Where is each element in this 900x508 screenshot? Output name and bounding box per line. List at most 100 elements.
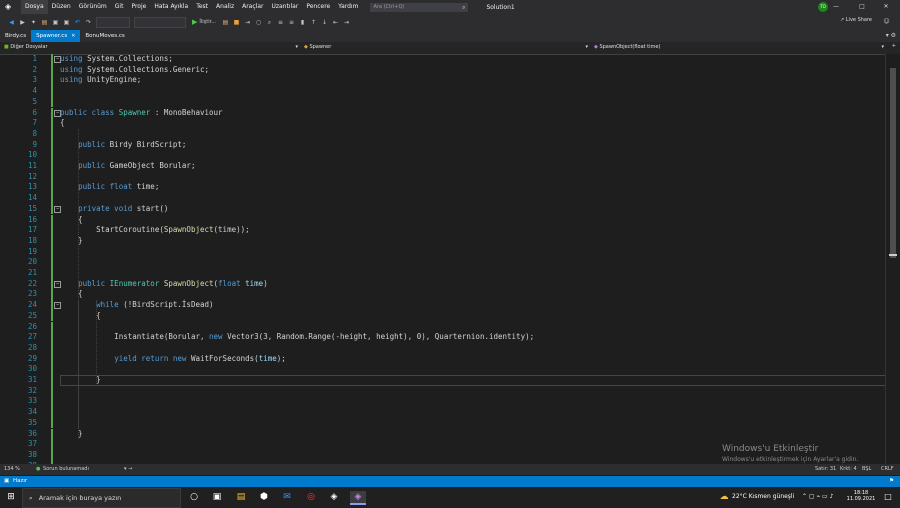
vertical-scrollbar[interactable] [885,54,900,464]
step-icon[interactable]: ⇥ [243,18,252,27]
code-line[interactable]: 24− while (!BirdScript.İsDead) [0,300,885,311]
code-line[interactable]: 32 [0,385,885,397]
platform-select[interactable] [134,16,186,28]
code-line[interactable]: 34 [0,407,885,418]
code-line[interactable]: 13 public float time; [0,182,885,194]
menu-item-uzantilar[interactable]: Uzantılar [267,0,302,14]
issues-label[interactable]: Sorun bulunamadı [43,464,89,475]
code-line[interactable]: 25 { [0,310,885,322]
code-line[interactable]: 36 } [0,428,885,440]
split-icon[interactable]: + [892,43,896,49]
code-line[interactable]: 33 [0,396,885,408]
code-line[interactable]: 27 Instantiate(Borular, new Vector3(3, R… [0,332,885,343]
opera-icon[interactable]: ◎ [305,491,317,503]
menu-item-pencere[interactable]: Pencere [302,0,334,14]
configuration-select[interactable] [96,16,130,28]
bookmark-icon[interactable]: ▮ [298,18,307,27]
code-line[interactable]: 9 public Birdy BirdScript; [0,139,885,151]
unity-icon[interactable]: ◈ [328,491,340,503]
menu-item-gorunum[interactable]: Görünüm [75,0,111,14]
notification-center-icon[interactable]: □ [882,491,894,503]
code-line[interactable]: 29 yield return new WaitForSeconds(time)… [0,353,885,365]
taskbar-search-input[interactable]: ⌕ Aramak için buraya yazın [22,488,181,508]
code-line[interactable]: 8 [0,128,885,140]
menu-item-test[interactable]: Test [192,0,212,14]
issues-nav-icon[interactable]: ▾ → [124,464,132,475]
maximize-button[interactable]: □ [850,0,874,14]
code-line[interactable]: 3 using UnityEngine; [0,75,885,87]
mail-icon[interactable]: ✉ [281,491,293,503]
code-line[interactable]: 20 [0,257,885,268]
live-share-button[interactable]: ↗ Live Share [840,17,872,23]
unity-hub-icon[interactable]: ⬢ [258,491,270,503]
tab-bonumoves[interactable]: BonuMoves.cs [80,30,129,42]
code-line[interactable]: 12 [0,171,885,183]
weather-icon[interactable]: ☁ [718,491,730,503]
code-line[interactable]: 15− private void start() [0,203,885,215]
menu-item-analiz[interactable]: Analiz [212,0,238,14]
attach-button[interactable]: ▶ İliştir... [192,18,216,26]
find-icon[interactable]: ⌕ [265,18,274,27]
visual-studio-icon[interactable]: ◈ [350,491,366,505]
tray-icons[interactable]: ⌃ ▢ ⌁ ▭ ♪ [802,487,833,507]
code-line[interactable]: 19 [0,246,885,258]
menu-item-araclar[interactable]: Araçlar [238,0,267,14]
code-line[interactable]: 17 StartCoroutine(SpawnObject(time)); [0,225,885,236]
minimize-button[interactable]: — [824,0,848,14]
code-line[interactable]: 26 [0,321,885,333]
weather-text[interactable]: 22°C Kısmen güneşli [732,487,794,507]
menu-item-duzen[interactable]: Düzen [48,0,75,14]
outdent-icon[interactable]: ⇥ [342,18,351,27]
new-item-icon[interactable]: ✦ [29,18,38,27]
code-line[interactable]: 16 { [0,214,885,226]
code-editor[interactable]: 1− using System.Collections; 2 using System… [0,54,886,472]
hot-reload-icon[interactable]: ■ [232,18,241,27]
code-line[interactable]: 14 [0,193,885,204]
scrollbar-thumb[interactable] [890,68,896,258]
open-folder-icon[interactable]: ▤ [40,18,49,27]
zoom-level[interactable]: 134 % [4,464,20,475]
code-line[interactable]: 6− public class Spawner : MonoBehaviour [0,107,885,119]
code-line[interactable]: 28 [0,342,885,354]
code-line[interactable]: 10 [0,150,885,161]
breakpoints-icon[interactable]: ○ [254,18,263,27]
close-tab-icon[interactable]: ✕ [71,33,75,39]
member-dropdown[interactable]: ◆ SpawnObject(float time) ▾ [594,43,884,52]
save-icon[interactable]: ▣ [51,18,60,27]
tab-birdy[interactable]: Birdy.cs [0,30,31,42]
tab-overflow-icons[interactable]: ▾ ⚙ [886,30,896,42]
task-view-icon[interactable]: ▣ [211,491,223,503]
comment-icon[interactable]: ≡ [276,18,285,27]
code-line[interactable]: 22− public IEnumerator SpawnObject(float… [0,278,885,290]
prev-bookmark-icon[interactable]: ↑ [309,18,318,27]
search-input[interactable]: Ara (Ctrl+Q) ⌕ [370,2,469,12]
notifications-icon[interactable]: ⚑ [889,476,894,487]
folder-icon[interactable]: ▤ [221,18,230,27]
windows-start-icon[interactable]: ⊞ [5,491,17,503]
code-line[interactable]: 11 public GameObject Borular; [0,161,885,172]
code-line[interactable]: 2 using System.Collections.Generic; [0,64,885,76]
cortana-icon[interactable]: ○ [188,491,200,503]
forward-icon[interactable]: ▶ [18,18,27,27]
tab-spawner[interactable]: Spawner.cs ✕ [31,30,81,42]
code-line[interactable]: 4 [0,86,885,97]
code-line[interactable]: 23 { [0,289,885,301]
code-line[interactable]: 21 [0,268,885,279]
menu-item-proje[interactable]: Proje [127,0,150,14]
menu-item-git[interactable]: Git [111,0,128,14]
close-window-button[interactable]: ✕ [874,0,898,14]
code-line[interactable]: 18 } [0,235,885,247]
menu-item-hata-ayikla[interactable]: Hata Ayıkla [150,0,192,14]
feedback-icon[interactable]: ☺ [882,17,891,26]
class-dropdown[interactable]: ◆ Spawner ▾ [304,43,588,52]
code-line[interactable]: 1− using System.Collections; [0,54,885,65]
redo-icon[interactable]: ↷ [84,18,93,27]
code-line[interactable]: 35 [0,417,885,429]
uncomment-icon[interactable]: ≡ [287,18,296,27]
back-icon[interactable]: ◀ [7,18,16,27]
code-line[interactable]: 7{ [0,118,885,129]
next-bookmark-icon[interactable]: ↓ [320,18,329,27]
code-line[interactable]: 30 [0,364,885,375]
menu-item-yardim[interactable]: Yardım [334,0,362,14]
file-explorer-icon[interactable]: ▤ [235,491,247,503]
